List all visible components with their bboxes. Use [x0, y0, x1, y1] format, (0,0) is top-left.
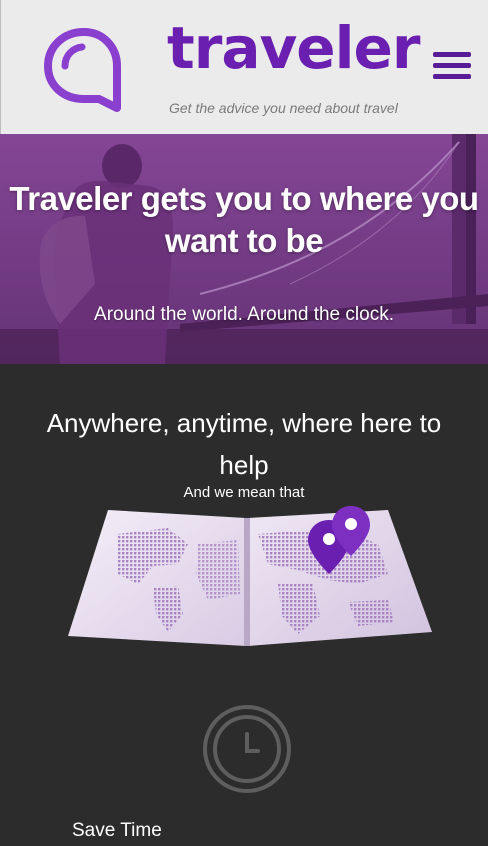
hero-subtitle: Around the world. Around the clock. [94, 304, 394, 325]
section-title: Anywhere, anytime, where here to help [46, 408, 442, 480]
brand-name[interactable]: traveler [167, 14, 420, 82]
tagline: Get the advice you need about travel [169, 100, 398, 116]
clock-icon [203, 705, 291, 793]
feature-label-save-time: Save Time [72, 820, 162, 841]
site-header: traveler Get the advice you need about t… [0, 0, 488, 134]
hero-banner: Traveler gets you to where you want to b… [0, 134, 488, 364]
menu-bar [433, 63, 471, 68]
main-content: Anywhere, anytime, where here to help An… [0, 364, 488, 846]
speech-bubble-icon[interactable] [39, 22, 129, 112]
hero-title: Traveler gets you to where you want to b… [9, 180, 479, 259]
menu-bar [433, 52, 471, 57]
menu-bar [433, 74, 471, 79]
world-map-with-pins-icon [68, 506, 432, 646]
hamburger-menu-icon[interactable] [433, 52, 471, 82]
section-subtitle: And we mean that [183, 484, 305, 501]
